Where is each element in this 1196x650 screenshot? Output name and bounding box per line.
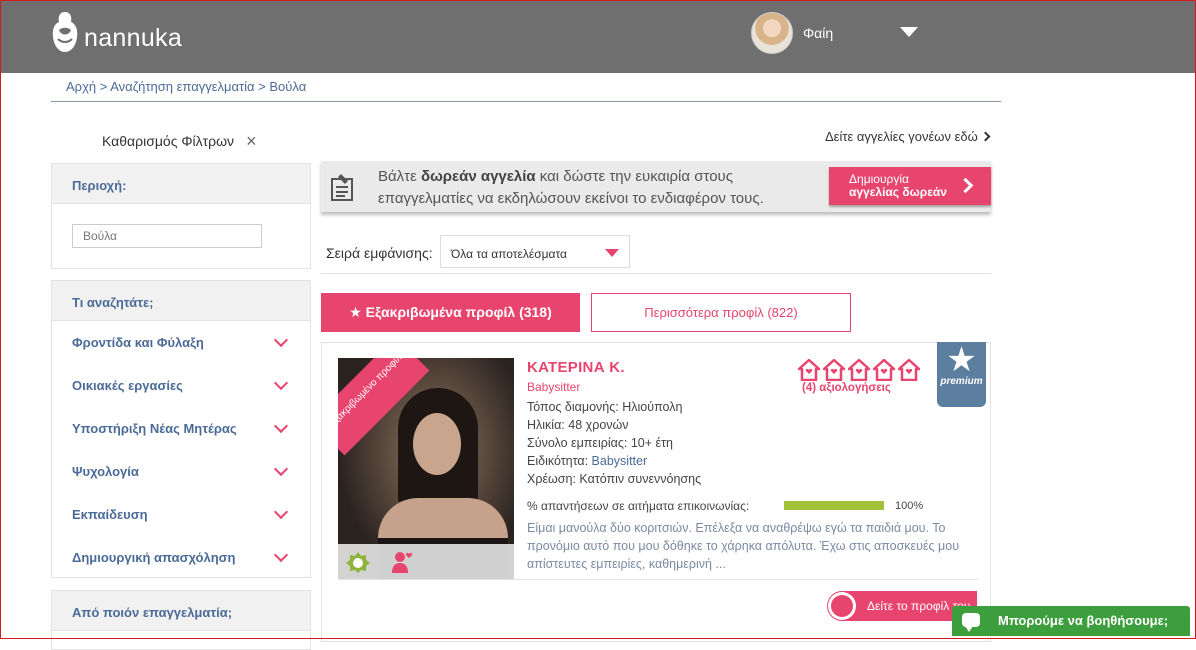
category-item-new-mother-support[interactable]: Υποστήριξη Νέας Μητέρας [52, 407, 310, 450]
clear-filters-button[interactable]: Καθαρισμός Φίλτρων × [102, 132, 257, 150]
divider [338, 579, 978, 580]
premium-badge: ★ premium [937, 342, 986, 407]
chevron-down-icon [273, 418, 289, 433]
free-ad-banner: Βάλτε δωρεάν αγγελία και δώστε την ευκαι… [321, 161, 991, 212]
chat-bubble-icon [962, 613, 980, 632]
rating-house-icon [873, 359, 895, 381]
clear-filters-label: Καθαρισμός Φίλτρων [102, 133, 235, 149]
profile-bio: Είμαι μανούλα δύο κοριτσιών. Επέλεξα να … [527, 521, 960, 571]
category-label: Δημιουργική απασχόληση [72, 550, 236, 565]
sort-select[interactable]: Όλα τα αποτελέσματα [440, 235, 630, 268]
category-item-housework[interactable]: Οικιακές εργασίες [52, 364, 310, 407]
profile-card[interactable]: Εξακριβωμένο προφίλ ΚΑΤΕΡΙΝΑ Κ. Babysitt… [321, 342, 991, 642]
category-item-creative-activities[interactable]: Δημιουργική απασχόληση [52, 536, 310, 579]
area-filter-title: Περιοχή: [52, 164, 310, 204]
profile-photo[interactable]: Εξακριβωμένο προφίλ [338, 358, 514, 579]
chevron-down-icon [273, 375, 289, 390]
sort-value: Όλα τα αποτελέσματα [451, 247, 567, 261]
notepad-icon [331, 174, 353, 201]
profile-avatar-icon [828, 592, 856, 620]
premium-label: premium [940, 376, 983, 387]
response-rate-bar [784, 501, 884, 510]
response-rate-value: 100% [895, 500, 924, 512]
nannuka-logo-icon [52, 12, 78, 52]
sort-label: Σειρά εμφάνισης: [326, 245, 433, 261]
profile-experience: Σύνολο εμπειρίας: 10+ έτη [527, 436, 673, 450]
category-item-education[interactable]: Εκπαίδευση [52, 493, 310, 536]
help-chat-button[interactable]: Μπορούμε να βοηθήσουμε; [952, 606, 1190, 636]
profile-specialty: Ειδικότητα: Babysitter [527, 454, 648, 468]
profile-badges-bar [338, 544, 514, 579]
category-label: Υποστήριξη Νέας Μητέρας [72, 421, 237, 436]
category-label: Οικιακές εργασίες [72, 378, 183, 393]
parent-ads-label: Δείτε αγγελίες γονέων εδώ [825, 129, 978, 144]
reviews-count[interactable]: (4) αξιολογήσεις [802, 382, 891, 394]
caret-down-icon [605, 249, 619, 257]
rating-house-icon [798, 359, 820, 381]
category-label: Φροντίδα και Φύλαξη [72, 335, 204, 350]
mother-icon [392, 552, 413, 573]
profile-role: Babysitter [527, 380, 581, 394]
chevron-down-icon [273, 332, 289, 347]
divider [321, 273, 991, 274]
rating-house-icon [898, 359, 920, 381]
user-name[interactable]: Φαίη [803, 25, 833, 41]
category-filter-title: Τι αναζητάτε; [52, 281, 310, 321]
tab-more-profiles[interactable]: Περισσότερα προφίλ (822) [591, 293, 851, 332]
logo-text: nannuka [84, 23, 183, 52]
star-icon: ★ [946, 341, 977, 379]
chevron-down-icon [273, 461, 289, 476]
profile-location: Τόπος διαμονής: Ηλιούπολη [527, 400, 683, 414]
help-chat-label: Μπορούμε να βοηθήσουμε; [998, 613, 1169, 628]
category-item-psychology[interactable]: Ψυχολογία [52, 450, 310, 493]
parent-ads-link[interactable]: Δείτε αγγελίες γονέων εδώ [825, 129, 991, 144]
chevron-down-icon [273, 547, 289, 562]
rating-house-icon [848, 359, 870, 381]
user-menu[interactable]: Φαίη [751, 12, 833, 54]
chevron-down-icon [273, 504, 289, 519]
category-label: Ψυχολογία [72, 464, 139, 479]
close-icon[interactable]: × [246, 132, 257, 150]
chevron-right-icon [980, 131, 991, 142]
avatar[interactable] [751, 12, 793, 54]
chevron-down-icon[interactable] [900, 27, 918, 37]
category-label: Εκπαίδευση [72, 507, 148, 522]
profile-age: Ηλικία: 48 χρονών [527, 418, 629, 432]
tab-verified-profiles[interactable]: ★ Εξακριβωμένα προφίλ (318) [321, 293, 580, 332]
verified-badge-icon [346, 552, 370, 573]
area-filter-panel: Περιοχή: [51, 163, 311, 269]
rating-house-icon [823, 359, 845, 381]
logo[interactable]: nannuka [50, 10, 182, 54]
area-input[interactable] [72, 224, 262, 248]
professional-filter-title: Από ποιόν επαγγελματία; [52, 591, 310, 631]
breadcrumb-divider [51, 101, 1001, 102]
profile-charge: Χρέωση: Κατόπιν συνεννόησης [527, 472, 702, 486]
response-rate-fill [784, 501, 884, 510]
top-navigation-bar: nannuka Φαίη [0, 0, 1196, 73]
profile-name[interactable]: ΚΑΤΕΡΙΝΑ Κ. [527, 359, 625, 376]
free-ad-text: Βάλτε δωρεάν αγγελία και δώστε την ευκαι… [378, 168, 764, 207]
response-rate-label: % απαντήσεων σε αιτήματα επικοινωνίας: [527, 499, 750, 513]
rating-houses [798, 359, 920, 381]
professional-filter-panel: Από ποιόν επαγγελματία; [51, 590, 311, 650]
category-filter-panel: Τι αναζητάτε; Φροντίδα και Φύλαξη Οικιακ… [51, 280, 311, 578]
breadcrumb[interactable]: Αρχή > Αναζήτηση επαγγελματία > Βούλα [66, 79, 306, 94]
category-item-care[interactable]: Φροντίδα και Φύλαξη [52, 321, 310, 364]
create-free-ad-button[interactable]: Δημιουργία αγγελίας δωρεάν [829, 167, 991, 205]
